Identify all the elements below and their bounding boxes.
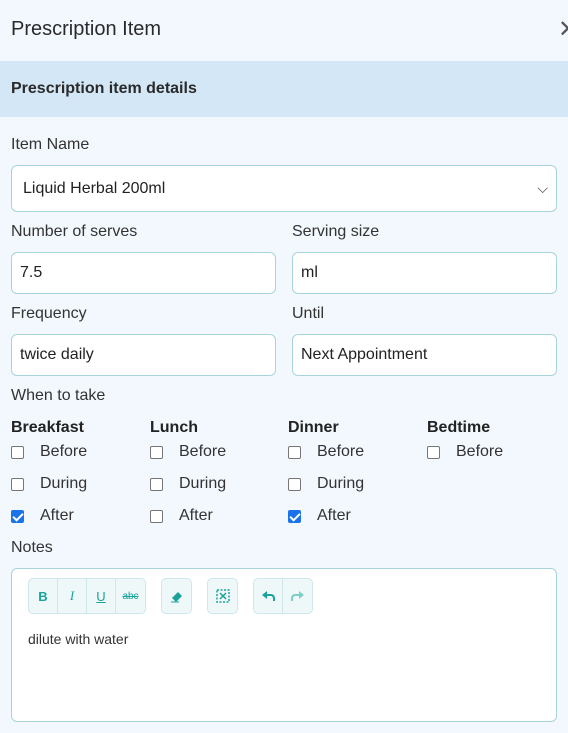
until-label: Until <box>292 305 325 322</box>
dialog-title: Prescription Item <box>11 18 162 40</box>
day-heading-dinner: Dinner <box>288 419 339 436</box>
until-input[interactable]: Next Appointment <box>292 334 557 376</box>
clear-format-group <box>161 578 192 614</box>
serving-size-label: Serving size <box>292 223 380 240</box>
serves-input[interactable]: 7.5 <box>11 252 276 294</box>
checkbox-label: After <box>179 507 213 524</box>
section-title: Prescription item details <box>11 80 197 97</box>
dinner-after-checkbox[interactable] <box>288 510 301 523</box>
chevron-down-icon: ⌵ <box>537 180 548 196</box>
eraser-icon[interactable] <box>162 579 191 613</box>
frequency-input[interactable]: twice daily <box>11 334 276 376</box>
fullscreen-group <box>207 578 238 614</box>
checkbox-label: Before <box>317 443 365 460</box>
underline-button[interactable]: U <box>87 579 116 613</box>
notes-text: dilute with water <box>28 631 129 647</box>
format-toolbar-group: B I U abc <box>28 578 146 614</box>
serving-size-input[interactable]: ml <box>292 252 557 294</box>
lunch-during-checkbox[interactable] <box>150 478 163 491</box>
bedtime-before-checkbox[interactable] <box>427 446 440 459</box>
checkbox-label: During <box>40 475 88 492</box>
strikethrough-button[interactable]: abc <box>116 579 145 613</box>
fullscreen-icon[interactable] <box>208 579 237 613</box>
day-heading-lunch: Lunch <box>150 419 198 436</box>
checkbox-label: During <box>317 475 365 492</box>
day-heading-bedtime: Bedtime <box>427 419 491 436</box>
lunch-after-checkbox[interactable] <box>150 510 163 523</box>
dinner-during-checkbox[interactable] <box>288 478 301 491</box>
redo-icon[interactable] <box>283 579 312 613</box>
breakfast-before-checkbox[interactable] <box>11 446 24 459</box>
item-name-label: Item Name <box>11 136 90 153</box>
serves-label: Number of serves <box>11 223 138 240</box>
when-to-take-label: When to take <box>11 387 106 404</box>
breakfast-during-checkbox[interactable] <box>11 478 24 491</box>
notes-editor[interactable]: B I U abc dilute with water <box>11 568 557 722</box>
undo-icon[interactable] <box>254 579 283 613</box>
section-header: Prescription item details <box>0 61 568 117</box>
checkbox-label: During <box>179 475 227 492</box>
dialog-header: Prescription Item ✕ <box>0 0 568 61</box>
breakfast-after-checkbox[interactable] <box>11 510 24 523</box>
checkbox-label: Before <box>456 443 504 460</box>
frequency-label: Frequency <box>11 305 87 322</box>
history-group <box>253 578 313 614</box>
item-name-select[interactable]: Liquid Herbal 200ml ⌵ <box>11 165 557 212</box>
item-name-value: Liquid Herbal 200ml <box>23 180 166 197</box>
close-icon[interactable]: ✕ <box>558 16 568 44</box>
bold-button[interactable]: B <box>29 579 58 613</box>
checkbox-label: Before <box>40 443 88 460</box>
checkbox-label: After <box>317 507 351 524</box>
checkbox-label: Before <box>179 443 227 460</box>
day-heading-breakfast: Breakfast <box>11 419 84 436</box>
italic-button[interactable]: I <box>58 579 87 613</box>
dinner-before-checkbox[interactable] <box>288 446 301 459</box>
notes-label: Notes <box>11 539 53 556</box>
lunch-before-checkbox[interactable] <box>150 446 163 459</box>
checkbox-label: After <box>40 507 74 524</box>
